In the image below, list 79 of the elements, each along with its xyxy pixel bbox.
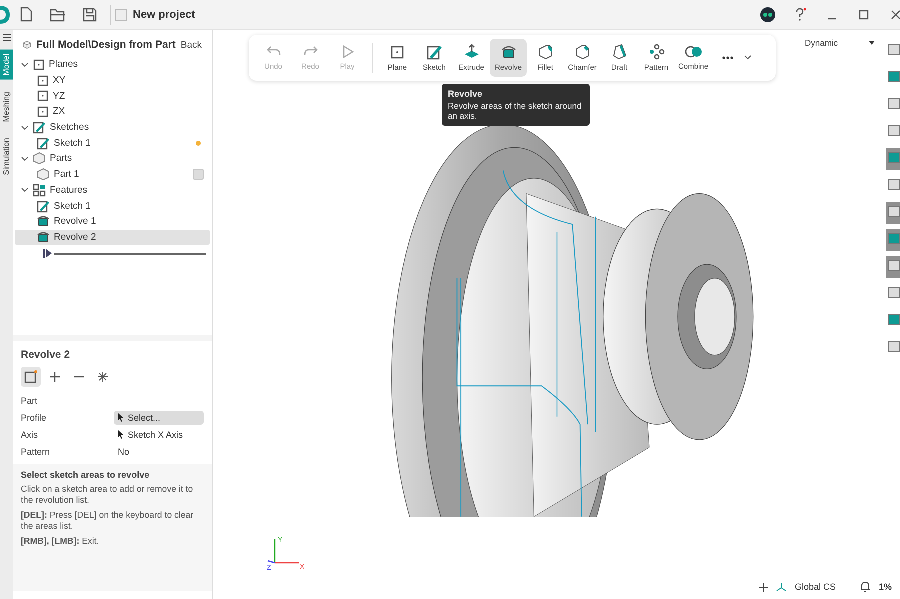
new-body-icon <box>24 370 38 384</box>
property-label: Axis <box>21 430 40 440</box>
chevron-down-icon[interactable] <box>744 55 752 61</box>
help-text: [DEL]: Press [DEL] on the keyboard to clear the areas list. <box>21 510 195 532</box>
visibility-checkbox[interactable] <box>193 169 204 180</box>
timeline-marker-icon[interactable] <box>43 249 52 258</box>
app-logo <box>0 4 10 26</box>
plane-icon <box>33 58 45 71</box>
axis-triad-drawing <box>268 539 299 564</box>
chevron-icon[interactable] <box>21 186 29 194</box>
tree-item[interactable]: YZ <box>15 88 210 104</box>
draft-icon <box>612 44 628 60</box>
tree-item[interactable]: XY <box>15 72 210 88</box>
help-title: Select sketch areas to revolve <box>21 470 151 480</box>
fillet-icon <box>538 44 554 60</box>
select-field[interactable]: Select... <box>114 410 204 424</box>
pencil-icon <box>37 136 50 150</box>
plane-icon <box>37 106 49 118</box>
coordinate-system-icon <box>776 582 787 592</box>
tooltip-text: Revolve areas of the sketch around an axis. <box>448 101 583 122</box>
properties-title: Revolve 2 <box>21 349 72 361</box>
pencil-icon <box>37 200 50 213</box>
tree-item[interactable]: Sketches <box>15 120 210 136</box>
view-tool-icon[interactable] <box>886 256 900 278</box>
side-tab[interactable]: Simulation <box>0 134 13 180</box>
tree-item[interactable]: Part 1 <box>15 166 210 182</box>
view-mode-dropdown[interactable]: Dynamic <box>805 38 875 48</box>
chevron-icon[interactable] <box>21 60 29 69</box>
caret-icon <box>869 41 875 45</box>
asterisk-icon <box>97 371 109 383</box>
progress-percent: 1% <box>878 582 892 592</box>
extrude-icon <box>464 44 480 60</box>
cube-icon <box>37 168 50 182</box>
tooltip-title: Revolve <box>448 89 484 99</box>
property-value: Sketch X Axis <box>114 428 204 442</box>
back-link[interactable]: Back <box>180 40 202 50</box>
play-icon <box>340 45 354 59</box>
tree-item[interactable]: Sketch 1 <box>15 135 210 152</box>
tree-item[interactable]: Revolve 1 <box>15 214 210 230</box>
window-title: New project <box>133 8 196 20</box>
pattern-icon <box>648 44 664 60</box>
robot-avatar-icon[interactable] <box>760 6 776 22</box>
menu-icon[interactable] <box>2 34 10 42</box>
plane-icon <box>37 74 49 87</box>
property-label: Part <box>21 396 39 406</box>
view-tool-icon[interactable] <box>886 202 900 224</box>
plane-icon <box>37 90 49 102</box>
side-tab[interactable]: Meshing <box>0 88 13 126</box>
help-text: Click on a sketch area to add or remove it to the revolution list. <box>21 484 194 506</box>
tree-item[interactable]: Parts <box>15 151 210 167</box>
combine-icon <box>684 45 702 59</box>
chamfer-icon <box>574 44 590 60</box>
chevron-icon[interactable] <box>21 124 29 132</box>
tree-title: Full Model\Design from Part <box>36 39 176 51</box>
tree-item[interactable]: Sketch 1 <box>15 198 210 214</box>
bell-icon[interactable] <box>860 581 871 593</box>
plane-icon <box>390 44 405 60</box>
project-icon <box>115 8 127 20</box>
cube-icon <box>33 152 46 166</box>
property-label: Pattern <box>21 446 52 456</box>
chevron-icon[interactable] <box>21 154 29 163</box>
tree-item[interactable]: ZX <box>15 104 210 120</box>
mode-button[interactable] <box>21 367 41 387</box>
pencil-icon <box>33 121 46 134</box>
property-value: No <box>117 446 131 458</box>
plus-icon <box>49 371 61 383</box>
tree-item[interactable]: Features <box>15 182 210 198</box>
cube-icon <box>23 38 32 52</box>
tree-item[interactable]: Planes <box>15 57 210 73</box>
plus-icon[interactable] <box>758 582 768 592</box>
pencil-icon <box>426 44 442 60</box>
coordinate-system-label[interactable]: Global CS <box>794 582 836 592</box>
revolve-icon <box>37 215 50 228</box>
property-label: Profile <box>21 412 48 422</box>
revolve-icon <box>37 230 50 244</box>
help-text: [RMB], [LMB]: Exit. <box>21 536 100 547</box>
revolve-icon <box>500 44 516 60</box>
grid-icon <box>33 184 46 197</box>
tree-item[interactable]: Revolve 2 <box>15 230 210 246</box>
